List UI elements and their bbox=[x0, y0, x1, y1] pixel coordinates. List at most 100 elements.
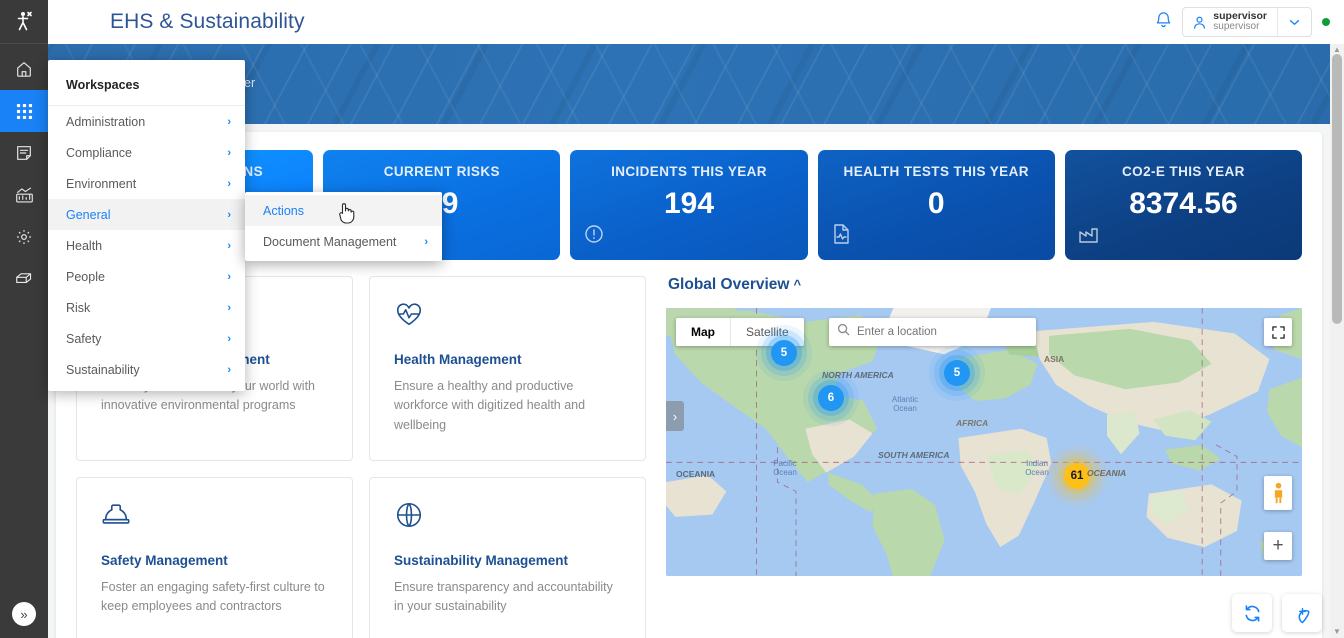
rail-item-analytics[interactable] bbox=[0, 174, 48, 216]
map-label-oceania-west: OCEANIA bbox=[676, 469, 715, 479]
kpi-card[interactable]: INCIDENTS THIS YEAR 194 bbox=[570, 150, 807, 260]
chevron-down-icon[interactable] bbox=[1277, 7, 1311, 37]
module-title: Sustainability Management bbox=[394, 553, 621, 568]
kpi-card[interactable]: HEALTH TESTS THIS YEAR 0 bbox=[818, 150, 1055, 260]
scrollbar-thumb[interactable] bbox=[1332, 54, 1342, 324]
map-label-north-america: NORTH AMERICA bbox=[822, 371, 894, 380]
workspace-label: People bbox=[66, 270, 105, 284]
map-zoom-controls[interactable]: + bbox=[1264, 532, 1292, 560]
rail-item-settings[interactable] bbox=[0, 216, 48, 258]
kpi-label: CURRENT RISKS bbox=[323, 164, 560, 179]
kpi-label: HEALTH TESTS THIS YEAR bbox=[818, 164, 1055, 179]
rail-item-forms[interactable] bbox=[0, 132, 48, 174]
kpi-label: INCIDENTS THIS YEAR bbox=[570, 164, 807, 179]
map-panel-expand-arrow[interactable]: › bbox=[666, 401, 684, 431]
status-badge bbox=[1322, 18, 1330, 26]
chevron-right-icon: › bbox=[227, 364, 231, 376]
workspace-item-environment[interactable]: Environment › bbox=[48, 168, 245, 199]
exclamation-circle-icon bbox=[582, 221, 606, 252]
submenu-label: Document Management bbox=[263, 235, 396, 249]
scroll-up-arrow[interactable]: ▲ bbox=[1333, 45, 1341, 54]
global-overview-title[interactable]: Global Overview ^ bbox=[668, 276, 1302, 294]
map-label-atlantic-ocean: Atlantic Ocean bbox=[882, 396, 928, 414]
workspace-item-safety[interactable]: Safety › bbox=[48, 323, 245, 354]
factory-icon bbox=[1077, 223, 1102, 252]
map-label-south-america: SOUTH AMERICA bbox=[878, 450, 949, 460]
map-search-box[interactable] bbox=[829, 318, 1036, 346]
search-icon bbox=[837, 323, 850, 341]
workspace-item-administration[interactable]: Administration › bbox=[48, 106, 245, 137]
workspace-item-compliance[interactable]: Compliance › bbox=[48, 137, 245, 168]
module-card-health[interactable]: Health Management Ensure a healthy and p… bbox=[369, 276, 646, 461]
module-description: Ensure a healthy and productive workforc… bbox=[394, 377, 621, 435]
kpi-card[interactable]: CO2-E THIS YEAR 8374.56 bbox=[1065, 150, 1302, 260]
workspace-label: Health bbox=[66, 239, 102, 253]
map-cluster-marker[interactable]: 5 bbox=[944, 360, 970, 386]
workspaces-menu-title: Workspaces bbox=[48, 64, 245, 106]
chevron-up-icon[interactable]: ^ bbox=[793, 277, 801, 292]
lower-section: Environment Management Protect your bran… bbox=[56, 260, 1322, 638]
hardhat-icon bbox=[101, 500, 328, 535]
module-card-sustainability[interactable]: Sustainability Management Ensure transpa… bbox=[369, 477, 646, 638]
app-logo[interactable] bbox=[0, 0, 48, 44]
module-description: Foster an engaging safety-first culture … bbox=[101, 578, 328, 617]
map-cluster-marker[interactable]: 5 bbox=[771, 340, 797, 366]
global-overview-label: Global Overview bbox=[668, 276, 789, 293]
chevron-right-icon: › bbox=[227, 271, 231, 283]
globe-icon bbox=[394, 500, 621, 535]
workspace-label: Environment bbox=[66, 177, 136, 191]
rail-item-delivery[interactable] bbox=[0, 258, 48, 300]
kpi-value: 194 bbox=[570, 187, 807, 221]
chevron-right-icon: › bbox=[227, 209, 231, 221]
street-view-pegman-icon[interactable] bbox=[1264, 476, 1292, 510]
module-card-safety[interactable]: Safety Management Foster an engaging saf… bbox=[76, 477, 353, 638]
chevron-right-icon: › bbox=[227, 178, 231, 190]
workspace-item-risk[interactable]: Risk › bbox=[48, 292, 245, 323]
map-label-pacific-ocean: Pacific Ocean bbox=[764, 460, 806, 478]
submenu-item-document-management[interactable]: Document Management › bbox=[245, 226, 442, 257]
workspace-label: Risk bbox=[66, 301, 90, 315]
module-title: Health Management bbox=[394, 352, 621, 367]
rail-expand-button[interactable]: » bbox=[12, 602, 36, 626]
workspace-item-general[interactable]: General › bbox=[48, 199, 245, 230]
global-overview-section: Global Overview ^ bbox=[666, 276, 1302, 638]
avatar-icon bbox=[1183, 15, 1213, 30]
chevron-right-icon: › bbox=[227, 333, 231, 345]
bell-icon[interactable] bbox=[1155, 11, 1172, 34]
module-description: Ensure transparency and accountability i… bbox=[394, 578, 621, 617]
page-scrollbar[interactable]: ▲ ▼ bbox=[1330, 44, 1344, 638]
workspace-item-health[interactable]: Health › bbox=[48, 230, 245, 261]
map-cluster-marker[interactable]: 6 bbox=[818, 385, 844, 411]
refresh-icon[interactable] bbox=[1232, 594, 1272, 632]
workspace-item-sustainability[interactable]: Sustainability › bbox=[48, 354, 245, 385]
banner-partial-text: er bbox=[244, 76, 255, 90]
map-canvas bbox=[666, 308, 1302, 576]
general-submenu: Actions Document Management › bbox=[245, 192, 442, 261]
left-nav-rail: » bbox=[0, 0, 48, 638]
kpi-label: CO2-E THIS YEAR bbox=[1065, 164, 1302, 179]
workspace-label: Safety bbox=[66, 332, 101, 346]
map-type-map[interactable]: Map bbox=[676, 318, 730, 346]
workspace-label: Sustainability bbox=[66, 363, 140, 377]
map-type-satellite[interactable]: Satellite bbox=[730, 318, 804, 346]
submenu-item-actions[interactable]: Actions bbox=[245, 195, 442, 226]
rail-item-apps-grid[interactable] bbox=[0, 90, 48, 132]
workspace-label: General bbox=[66, 208, 110, 222]
chevron-right-icon: › bbox=[227, 116, 231, 128]
rail-item-home[interactable] bbox=[0, 48, 48, 90]
fullscreen-icon[interactable] bbox=[1264, 318, 1292, 346]
workspace-item-people[interactable]: People › bbox=[48, 261, 245, 292]
add-location-pin-icon[interactable] bbox=[1282, 594, 1322, 632]
world-map[interactable]: Map Satellite bbox=[666, 308, 1302, 576]
top-header-bar: EHS & Sustainability supervisor supervi bbox=[48, 0, 1344, 44]
chevron-right-icon: › bbox=[227, 147, 231, 159]
health-doc-icon bbox=[830, 221, 853, 252]
application-window: » EHS & Sustainability supervisor bbox=[0, 0, 1344, 638]
scroll-down-arrow[interactable]: ▼ bbox=[1333, 627, 1341, 636]
user-menu[interactable]: supervisor supervisor bbox=[1182, 7, 1312, 37]
kpi-value: 8374.56 bbox=[1065, 187, 1302, 221]
kpi-value: 0 bbox=[818, 187, 1055, 221]
map-search-input[interactable] bbox=[857, 326, 1028, 338]
zoom-in-button[interactable]: + bbox=[1264, 532, 1292, 560]
page-title: EHS & Sustainability bbox=[110, 10, 305, 34]
